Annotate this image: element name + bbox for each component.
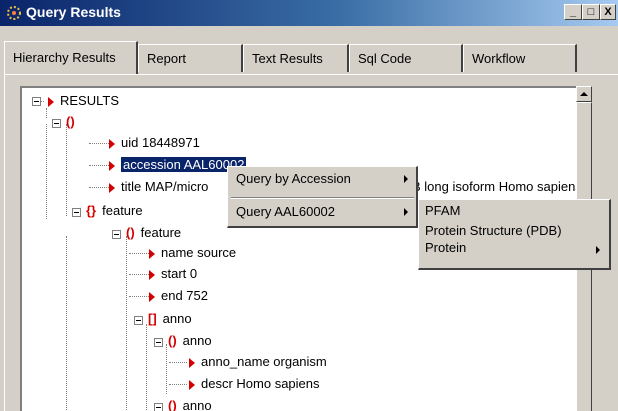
app-icon <box>7 6 21 20</box>
submenu-arrow-icon <box>596 246 600 254</box>
tree-node-anno-name[interactable]: anno_name organism <box>189 353 327 371</box>
collapse-toggle[interactable] <box>72 208 81 217</box>
tree-node-title-tail: B long isoform Homo sapiens <box>412 179 576 194</box>
menu-item-query-by-accession[interactable]: Query by Accession <box>236 169 351 189</box>
tree-node-feature[interactable]: {} feature <box>86 202 143 220</box>
tree-node-anno[interactable]: () anno <box>168 332 212 350</box>
arrow-icon <box>109 138 115 149</box>
menu-item-pfam[interactable]: PFAM <box>425 201 460 221</box>
tab-sql-code[interactable]: Sql Code <box>349 44 463 72</box>
tree-node-feature-item[interactable]: () feature <box>126 224 181 242</box>
maximize-button[interactable]: □ <box>582 4 600 20</box>
submenu-arrow-icon <box>404 208 408 216</box>
tree-node-accession[interactable]: accession AAL60002 <box>109 156 247 174</box>
collapse-toggle[interactable] <box>154 338 163 347</box>
tab-label: Report <box>147 51 187 66</box>
tab-label: Text Results <box>252 51 323 66</box>
context-menu: Query by Accession Query AAL60002 <box>227 166 418 228</box>
collapse-toggle[interactable] <box>32 97 41 106</box>
tree-node-uid[interactable]: uid 18448971 <box>109 134 200 152</box>
arrow-icon <box>149 269 155 280</box>
arrow-icon <box>189 379 195 390</box>
arrow-icon <box>48 96 54 107</box>
tree-node-name[interactable]: name source <box>149 244 236 262</box>
tab-text-results[interactable]: Text Results <box>243 44 349 72</box>
tree-node-record[interactable]: () <box>66 113 81 131</box>
tree-node-anno[interactable]: () anno <box>168 397 212 411</box>
arrow-icon <box>189 357 195 368</box>
minimize-button[interactable]: _ <box>564 4 582 20</box>
tree-node-start[interactable]: start 0 <box>149 265 197 283</box>
collapse-toggle[interactable] <box>134 316 143 325</box>
arrow-up-icon <box>580 92 588 96</box>
tab-report[interactable]: Report <box>138 44 243 72</box>
tab-workflow[interactable]: Workflow <box>463 44 577 72</box>
arrow-icon <box>109 182 115 193</box>
menu-item-protein[interactable]: Protein <box>425 238 466 258</box>
arrow-icon <box>109 160 115 171</box>
tab-label: Workflow <box>472 51 526 66</box>
menu-item-query-aal60002[interactable]: Query AAL60002 <box>236 202 335 222</box>
arrow-icon <box>149 291 155 302</box>
tab-label: Hierarchy Results <box>13 50 116 65</box>
tree-node-title[interactable]: title MAP/micro <box>109 178 208 196</box>
scroll-up-button[interactable] <box>576 86 592 102</box>
submenu: PFAM Protein Structure (PDB) Protein <box>418 199 611 270</box>
tree-node-results[interactable]: RESULTS <box>48 92 119 110</box>
submenu-arrow-icon <box>404 175 408 183</box>
collapse-toggle[interactable] <box>52 119 61 128</box>
tree-node-end[interactable]: end 752 <box>149 287 208 305</box>
title-bar: Query Results <box>0 0 618 26</box>
tab-hierarchy-results[interactable]: Hierarchy Results <box>4 41 138 74</box>
collapse-toggle[interactable] <box>154 403 163 411</box>
tree-node-descr[interactable]: descr Homo sapiens <box>189 375 320 393</box>
tab-label: Sql Code <box>358 51 412 66</box>
close-button[interactable]: X <box>600 4 616 20</box>
arrow-icon <box>149 248 155 259</box>
window-title: Query Results <box>26 4 121 20</box>
collapse-toggle[interactable] <box>112 230 121 239</box>
tab-bar: Hierarchy Results Report Text Results Sq… <box>0 41 618 74</box>
tree-node-anno-list[interactable]: [] anno <box>148 310 192 328</box>
